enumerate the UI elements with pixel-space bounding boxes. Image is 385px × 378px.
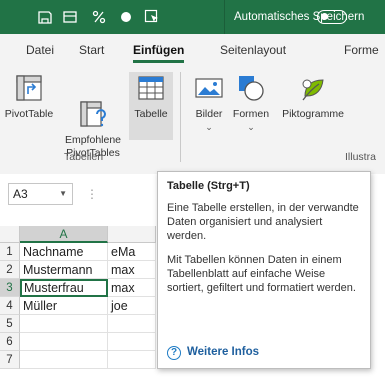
tooltip-description: Eine Tabelle erstellen, in der verwandte… [167,202,359,242]
ribbon-tabs: Datei Start Einfügen Seitenlayout Forme [0,34,385,66]
toggle-knob [321,13,328,20]
chevron-down-icon: ⌄ [247,122,255,132]
pictures-button[interactable]: Bilder ⌄ [191,72,227,134]
cell-a3-active[interactable]: Musterfrau [20,279,108,297]
icons-icon [297,72,329,104]
row-header[interactable]: 1 [0,243,20,261]
more-info-link[interactable]: ? Weitere Infos [167,346,259,360]
cursor-select-icon[interactable] [144,9,160,25]
row-header[interactable]: 6 [0,333,20,351]
tab-formeln[interactable]: Forme [344,43,379,57]
row-header[interactable]: 7 [0,351,20,369]
cell-a1[interactable]: Nachname [20,243,108,261]
pivottable-icon [13,72,45,104]
cell-b2[interactable]: max [108,261,156,279]
column-header-a[interactable]: A [20,226,108,243]
more-info-label: Weitere Infos [187,346,259,358]
shapes-icon [235,72,267,104]
cell-b6[interactable] [108,333,156,351]
name-box[interactable]: A3 ▼ [8,183,73,205]
shapes-button[interactable]: Formen ⌄ [229,72,273,134]
column-header-b[interactable] [108,226,156,243]
pivottable-button[interactable]: PivotTable [4,72,54,121]
tooltip-details: Mit Tabellen können Daten in einem Tabel… [167,254,356,294]
tab-start[interactable]: Start [79,43,104,57]
name-box-value: A3 [13,187,28,201]
tab-einfuegen[interactable]: Einfügen [133,43,185,63]
cell-a5[interactable] [20,315,108,333]
cell-a4[interactable]: Müller [20,297,108,315]
title-bar: Automatisches Speichern [0,0,385,34]
group-label-illustrationen: Illustra [345,151,376,163]
chevron-down-icon[interactable]: ▼ [59,184,67,204]
row-header[interactable]: 4 [0,297,20,315]
table-style-icon[interactable] [62,9,78,25]
cell-a6[interactable] [20,333,108,351]
table-tooltip: Tabelle (Strg+T) Eine Tabelle erstellen,… [157,171,371,369]
shapes-label: Formen [232,108,270,120]
pictures-label: Bilder [195,108,223,120]
tab-datei[interactable]: Datei [26,43,54,57]
ribbon: PivotTable Empfohlene PivotTables Tabell… [0,66,385,175]
icons-label: Piktogramme [282,108,344,120]
autosave-toggle[interactable] [317,10,347,24]
chevron-down-icon: ⌄ [205,122,213,132]
tab-seitenlayout[interactable]: Seitenlayout [220,43,286,57]
help-icon: ? [167,346,181,360]
group-separator [180,72,181,162]
row-header[interactable]: 5 [0,315,20,333]
cell-b5[interactable] [108,315,156,333]
table-button[interactable]: Tabelle [129,72,173,140]
cell-b7[interactable] [108,351,156,369]
percent-icon[interactable] [91,9,107,25]
cell-b1[interactable]: eMa [108,243,156,261]
row-header[interactable]: 3 [0,279,20,297]
tooltip-title: Tabelle (Strg+T) [167,180,250,192]
cell-b4[interactable]: joe [108,297,156,315]
select-all-corner[interactable] [0,226,20,243]
table-icon [135,72,167,104]
cell-a7[interactable] [20,351,108,369]
save-icon[interactable] [37,9,53,25]
recommended-pivottables-icon [77,85,109,127]
record-icon[interactable] [118,9,134,25]
cell-a2[interactable]: Mustermann [20,261,108,279]
icons-button[interactable]: Piktogramme [278,72,348,121]
pictures-icon [193,72,225,104]
more-options-icon[interactable]: ⋮ [86,187,98,201]
table-label: Tabelle [134,108,168,120]
pivottable-label: PivotTable [4,108,54,120]
row-header[interactable]: 2 [0,261,20,279]
cell-b3[interactable]: max [108,279,156,297]
group-label-tabellen: Tabellen [64,151,104,163]
